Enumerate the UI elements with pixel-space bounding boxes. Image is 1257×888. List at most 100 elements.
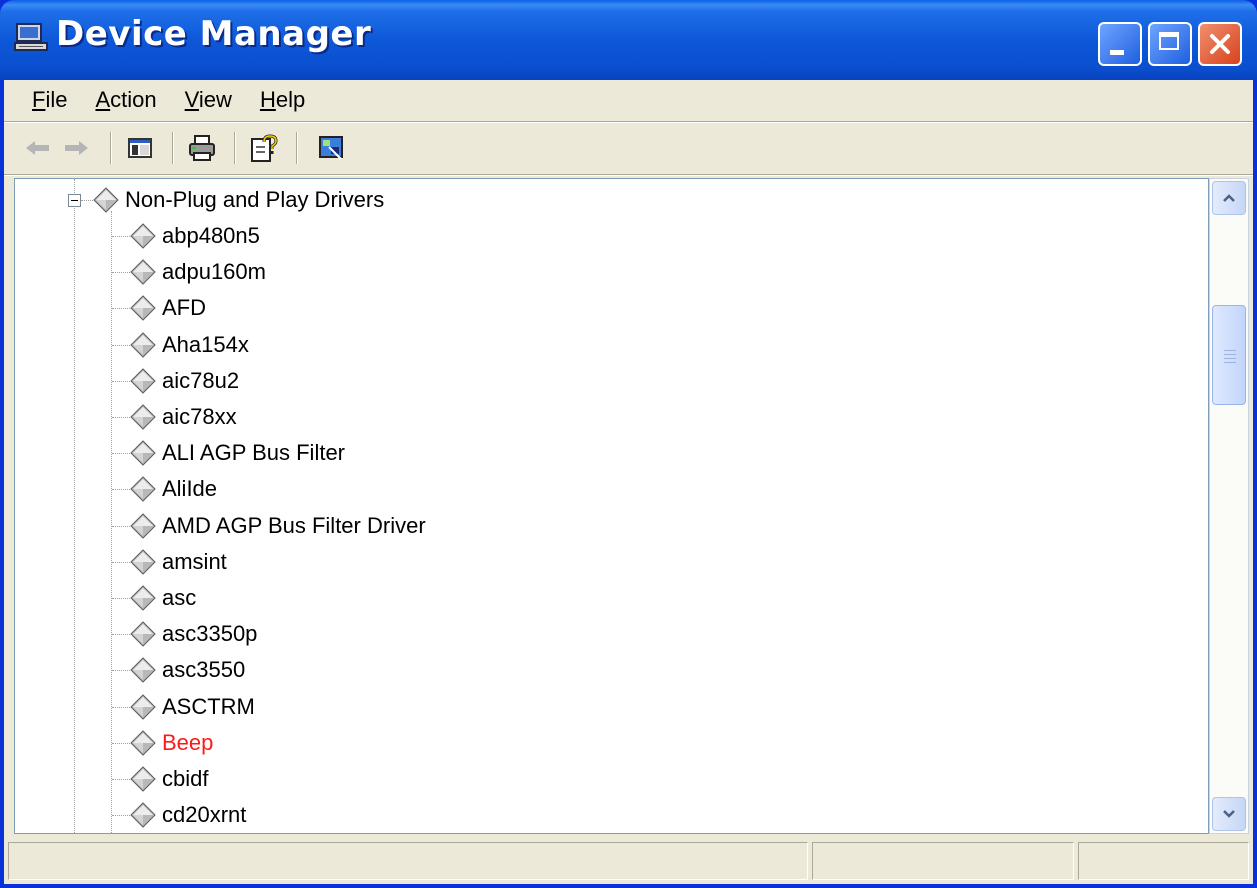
menu-separator (4, 121, 1253, 123)
tree-line (112, 453, 130, 455)
driver-list-item[interactable]: asc (130, 581, 196, 615)
driver-list-item[interactable]: ALI AGP Bus Filter (130, 436, 345, 470)
driver-diamond-icon (130, 657, 156, 684)
driver-list-item[interactable]: AMD AGP Bus Filter Driver (130, 509, 426, 543)
tree-line (112, 815, 130, 817)
tree-line (112, 706, 130, 708)
driver-diamond-icon (130, 621, 156, 647)
tree-line (112, 489, 130, 491)
driver-diamond-icon (130, 404, 156, 430)
scroll-thumb[interactable] (1212, 305, 1246, 405)
maximize-button[interactable] (1148, 22, 1192, 66)
show-hide-console-tree-icon (128, 138, 152, 158)
menu-file-label: ile (45, 87, 68, 112)
toolbar-bottom-separator (4, 174, 1253, 176)
tree-line (112, 380, 130, 382)
driver-label: aic78u2 (162, 367, 240, 393)
menu-view-label: iew (198, 87, 232, 112)
driver-list-item[interactable]: asc3550 (130, 653, 245, 687)
driver-diamond-icon (130, 368, 156, 394)
menu-view[interactable]: View (171, 80, 246, 120)
menu-bar: File Action View Help (4, 80, 1253, 120)
thumb-grip (1224, 362, 1236, 363)
minimize-button[interactable] (1098, 22, 1142, 66)
forward-icon (65, 141, 88, 155)
driver-label: asc3550 (162, 657, 246, 683)
title-bar[interactable]: Device Manager (0, 0, 1257, 80)
status-panel-2 (812, 842, 1074, 880)
collapse-toggle[interactable] (68, 194, 81, 207)
show-hide-tree-button[interactable] (122, 130, 158, 166)
tree-line (74, 179, 75, 833)
driver-label: Beep (162, 729, 214, 755)
driver-label: AFD (162, 295, 206, 321)
driver-label: abp480n5 (162, 223, 260, 248)
tree-line (112, 779, 130, 780)
menu-view-accel: V (184, 87, 199, 112)
driver-label: Aha154x (162, 331, 249, 357)
back-button[interactable] (20, 130, 56, 166)
driver-diamond-icon (130, 730, 156, 756)
driver-diamond-icon (130, 476, 156, 503)
driver-list-item[interactable]: abp480n5 (130, 219, 260, 253)
status-panel-3 (1078, 842, 1249, 880)
close-button[interactable] (1198, 22, 1242, 66)
vertical-scrollbar[interactable] (1209, 178, 1249, 834)
scroll-down-button[interactable] (1212, 797, 1246, 831)
menu-action-label: ction (110, 87, 157, 112)
driver-label: AMD AGP Bus Filter Driver (162, 512, 426, 538)
help-button[interactable] (246, 130, 282, 166)
chevron-up-icon (1223, 194, 1235, 202)
print-icon (189, 135, 215, 161)
tree-line (112, 417, 130, 418)
driver-list-item[interactable]: aic78u2 (130, 364, 239, 398)
driver-label: cd20xrnt (162, 802, 247, 828)
driver-list-item[interactable]: aic78xx (130, 400, 237, 434)
tree-line (112, 670, 130, 672)
window-title: Device Manager (56, 14, 372, 54)
tree-line (112, 308, 130, 310)
properties-button[interactable] (314, 130, 350, 166)
driver-list-item[interactable]: ASCTRM (130, 690, 255, 724)
menu-file[interactable]: File (4, 80, 81, 120)
driver-list-item[interactable]: Beep (130, 726, 213, 760)
driver-list-item[interactable]: cd20xrnt (130, 798, 246, 832)
driver-list-item[interactable]: cbidf (130, 762, 208, 796)
device-tree[interactable]: Non-Plug and Play Drivers abp480n5 adpu16… (14, 178, 1209, 834)
toolbar-separator (110, 132, 112, 164)
driver-list-item[interactable]: AliIde (130, 472, 217, 506)
status-bar (4, 838, 1253, 884)
driver-label: adpu160m (162, 259, 266, 285)
thumb-grip (1224, 354, 1236, 355)
driver-diamond-icon (130, 585, 156, 611)
back-icon (26, 141, 49, 155)
driver-label: asc (162, 585, 197, 610)
computer-icon (14, 23, 48, 51)
tree-category-label: Non-Plug and Play Drivers (125, 187, 385, 212)
print-button[interactable] (184, 130, 220, 166)
device-manager-window: Device Manager File Action View Help Non… (0, 0, 1257, 888)
driver-list-item[interactable]: AFD (130, 291, 206, 325)
driver-list-item[interactable]: Aha154x (130, 328, 249, 362)
driver-diamond-icon (130, 295, 156, 322)
driver-label: aic78xx (162, 404, 237, 429)
menu-help-accel: H (259, 87, 276, 112)
menu-action[interactable]: Action (81, 80, 170, 120)
driver-diamond-icon (130, 512, 156, 539)
toolbar (4, 124, 1253, 172)
driver-list-item[interactable]: asc3350p (130, 617, 257, 651)
thumb-grip (1224, 350, 1236, 351)
scroll-up-button[interactable] (1212, 181, 1246, 215)
tree-line (112, 598, 130, 599)
driver-list-item[interactable]: adpu160m (130, 255, 266, 289)
forward-button[interactable] (58, 130, 94, 166)
toolbar-separator (172, 132, 174, 164)
menu-help[interactable]: Help (246, 80, 319, 120)
toolbar-separator (296, 132, 298, 164)
tree-category-row[interactable]: Non-Plug and Play Drivers (93, 183, 384, 217)
tree-line (112, 634, 130, 636)
driver-list-item[interactable]: amsint (130, 545, 227, 579)
chevron-down-icon (1223, 810, 1235, 818)
tree-line (112, 236, 130, 237)
menu-action-accel: A (95, 87, 111, 112)
